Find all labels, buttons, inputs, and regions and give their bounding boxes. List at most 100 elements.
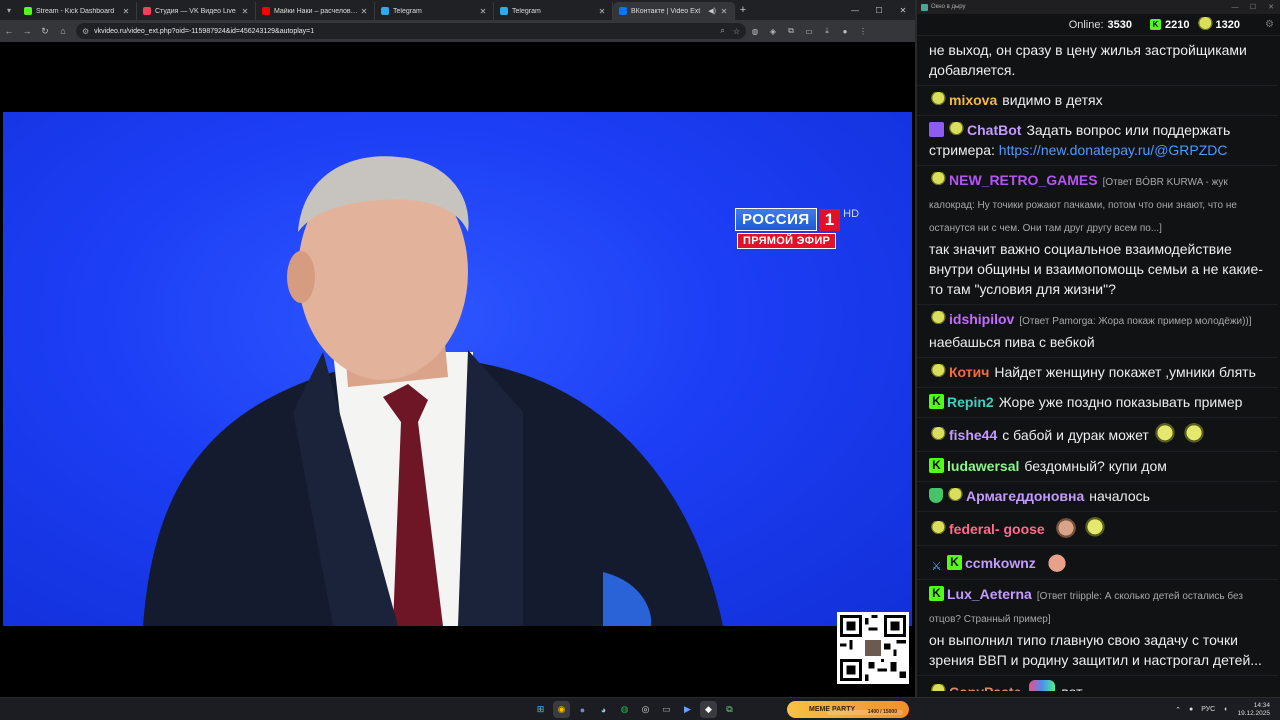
tab-favicon-icon [619,7,627,15]
tab-bar: ▾ Stream - Kick Dashboard ✕ Студия — VK Ви… [0,0,915,20]
browser-tab[interactable]: Студия — VK Видео Live ✕ [137,2,256,20]
sidebar-icon[interactable]: ▭ [800,20,818,42]
maximize-icon[interactable]: ☐ [867,0,891,20]
close-icon[interactable]: ✕ [891,0,915,20]
taskbar: ⊞ ◉ ● ◕ ◍ ◎ ▭ ▶ ◆ ⧉ MEME PARTY 1400 / 15… [0,697,1280,720]
chat-username[interactable]: CopyPaste [949,684,1021,691]
spotify-icon[interactable]: ◍ [616,701,633,718]
chat-username[interactable]: ludawersal [947,458,1019,474]
menu-icon[interactable]: ⋮ [854,20,872,42]
site-info-icon[interactable]: ⚙ [82,27,89,36]
chat-username[interactable]: Lux_Aeterna [947,586,1032,602]
chat-message-text: видимо в детях [1002,92,1103,108]
broadcast-frame: РОССИЯ 1 HD ПРЯМОЙ ЭФИР [3,112,912,626]
home-icon[interactable]: ⌂ [54,20,72,42]
back-icon[interactable]: ← [0,20,18,42]
browser-tab[interactable]: Telegram ✕ [494,2,613,20]
chat-message-list[interactable]: не выход, он сразу в цену жилья застройщ… [917,36,1278,691]
chat-message-text: началось [1089,488,1150,504]
tab-title: Stream - Kick Dashboard [36,7,115,15]
address-bar[interactable]: ⚙ vkvideo.ru/video_ext.php?oid=-11598792… [76,23,746,39]
forward-icon[interactable]: → [18,20,36,42]
chat-message: mixova видимо в детях [917,86,1278,116]
language-indicator[interactable]: РУС [1201,706,1215,713]
browser-tab[interactable]: Telegram ✕ [375,2,494,20]
extension-icon[interactable]: ◍ [746,20,764,42]
tab-close-icon[interactable]: ✕ [360,7,368,16]
pepe-emote-icon [1081,516,1108,540]
bald-emote-icon [1043,550,1070,574]
new-tab-button[interactable]: + [735,4,751,16]
app-icon [921,3,928,11]
sword-badge-icon: ⚔ [931,559,942,573]
tab-favicon-icon [500,7,508,15]
mic-icon[interactable]: ● [1189,706,1193,713]
online-count: 3530 [1107,18,1133,31]
pepe-emote-icon [1151,422,1178,446]
tab-favicon-icon [262,7,270,15]
clock-time: 14:34 [1253,701,1270,709]
steam-icon[interactable]: ◕ [595,701,612,718]
obs-icon[interactable]: ◎ [637,701,654,718]
close-icon[interactable]: ✕ [1262,3,1280,11]
app-icon[interactable]: ▭ [658,701,675,718]
chat-username[interactable]: ccmkownz [965,555,1036,571]
channel-number: 1 [818,208,841,231]
maximize-icon[interactable]: ☐ [1244,3,1262,11]
start-icon[interactable]: ⊞ [532,701,549,718]
chat-username[interactable]: ChatBot [967,122,1021,138]
hd-badge: HD [843,208,860,220]
bookmark-star-icon[interactable]: ☆ [733,27,740,36]
vk-icon[interactable]: ◆ [700,701,717,718]
browser-tab[interactable]: ВКонтакте | Video Ext ◀) ✕ [613,2,735,20]
tab-search-icon[interactable]: ▾ [0,0,18,20]
tab-title: Telegram [393,7,422,15]
chat-username[interactable]: federal- goose [949,521,1045,537]
chat-message: fishe44 с бабой и дурак может [917,418,1278,452]
minimize-icon[interactable]: — [1226,4,1244,11]
tab-title: Telegram [512,7,541,15]
clock[interactable]: 14:34 19.12.2025 [1237,702,1270,718]
meme-party-widget[interactable]: MEME PARTY 1400 / 15000 [787,701,909,718]
video-player[interactable]: РОССИЯ 1 HD ПРЯМОЙ ЭФИР [0,42,915,697]
channel-name: РОССИЯ [735,208,817,231]
download-icon[interactable]: ⤓ [818,20,836,42]
chrome-icon[interactable]: ◉ [553,701,570,718]
chat-username[interactable]: idshipilov [949,311,1014,327]
chat-username[interactable]: Котич [949,364,989,380]
tab-close-icon[interactable]: ✕ [720,7,728,16]
chat-username[interactable]: Repin2 [947,394,994,410]
discord-icon[interactable]: ● [574,701,591,718]
app-icon[interactable]: ⧉ [721,701,738,718]
chat-message-text: вот [1061,684,1082,691]
chat-username[interactable]: mixova [949,92,997,108]
chat-username[interactable]: NEW_RETRO_GAMES [949,172,1098,188]
browser-tab[interactable]: Stream - Kick Dashboard ✕ [18,2,137,20]
invader-badge-icon [929,122,944,137]
tab-close-icon[interactable]: ✕ [479,7,487,16]
profile-icon[interactable]: ● [836,20,854,42]
extensions-puzzle-icon[interactable]: ⧉ [782,20,800,42]
tab-close-icon[interactable]: ✕ [122,7,130,16]
tab-close-icon[interactable]: ✕ [241,7,249,16]
browser-tab[interactable]: Майки Наки – расчеловечив…✕ [256,2,375,20]
minimize-icon[interactable]: — [843,0,867,20]
chat-message: Котич Найдет женщину покажет ,умники блят… [917,358,1278,388]
donate-link[interactable]: https://new.donatepay.ru/@GRPZDC [999,142,1228,158]
chat-username[interactable]: Армагеддоновна [966,488,1084,504]
reload-icon[interactable]: ↻ [36,20,54,42]
tab-audio-icon[interactable]: ◀) [708,7,716,15]
kick-viewer-count: 2210 [1165,18,1190,31]
player-icon[interactable]: ▶ [679,701,696,718]
chat-username[interactable]: fishe44 [949,427,997,443]
chat-message-text: с бабой и дурак может [1002,427,1149,443]
settings-gear-icon[interactable]: ⚙ [1265,19,1274,30]
address-url[interactable]: vkvideo.ru/video_ext.php?oid=-115987924&… [94,28,712,35]
chat-window-title: Окно в дыру [931,4,966,10]
zoom-icon[interactable]: ⌕ [720,26,724,36]
extension-icon[interactable]: ◈ [764,20,782,42]
volume-icon[interactable]: ◖ [1223,706,1227,713]
tab-title: Майки Наки – расчеловечив… [274,7,360,15]
tray-chevron-icon[interactable]: ⌃ [1175,706,1181,714]
tab-close-icon[interactable]: ✕ [598,7,606,16]
